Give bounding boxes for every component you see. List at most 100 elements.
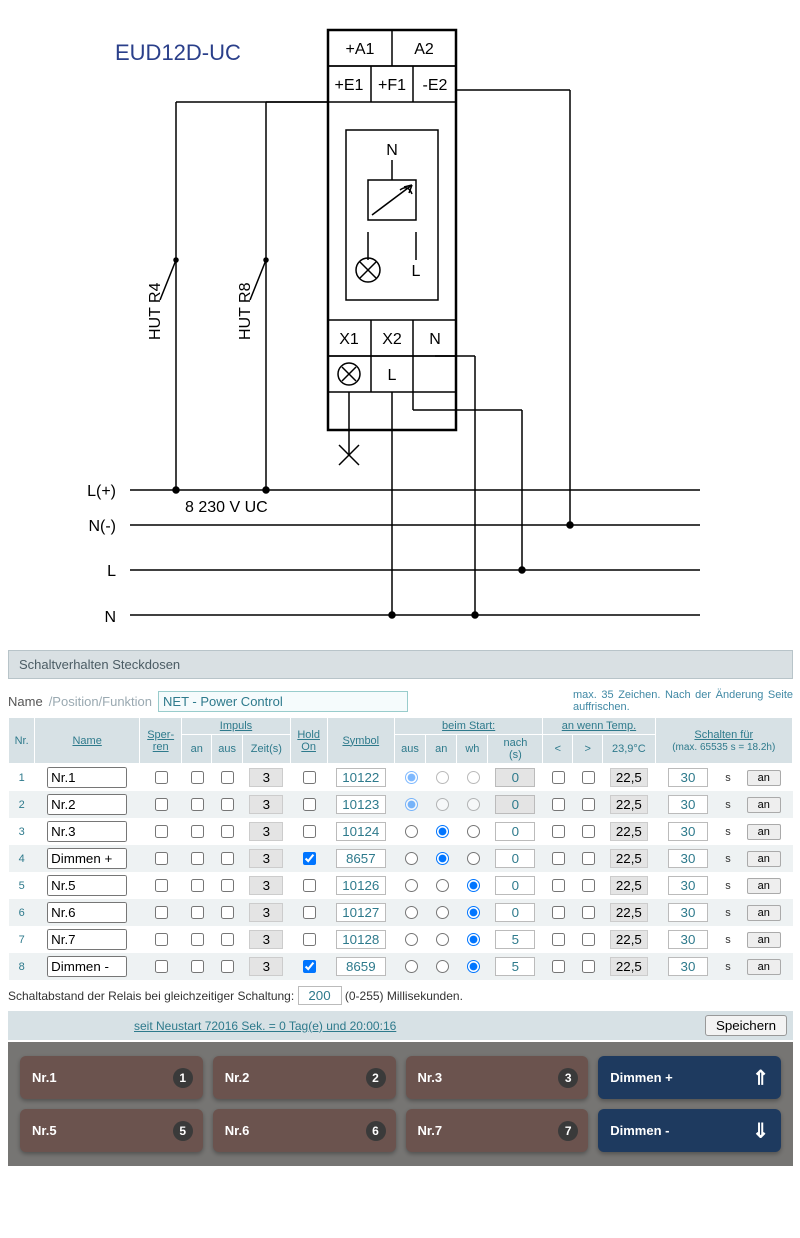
- holdon-checkbox[interactable]: [303, 879, 316, 892]
- symbol-input[interactable]: [336, 903, 386, 922]
- nach-input[interactable]: [495, 795, 535, 814]
- zeit-input[interactable]: [249, 903, 283, 922]
- sperren-checkbox[interactable]: [155, 825, 168, 838]
- start-aus-radio[interactable]: [405, 933, 418, 946]
- zeit-input[interactable]: [249, 957, 283, 976]
- zeit-input[interactable]: [249, 876, 283, 895]
- holdon-checkbox[interactable]: [303, 771, 316, 784]
- uptime-link[interactable]: seit Neustart 72016 Sek. = 0 Tag(e) und …: [134, 1019, 396, 1033]
- temp-gt-checkbox[interactable]: [582, 960, 595, 973]
- impuls-aus-checkbox[interactable]: [221, 906, 234, 919]
- temp-lt-checkbox[interactable]: [552, 852, 565, 865]
- symbol-input[interactable]: [336, 768, 386, 787]
- temp-gt-checkbox[interactable]: [582, 906, 595, 919]
- start-wh-radio[interactable]: [467, 771, 480, 784]
- start-wh-radio[interactable]: [467, 852, 480, 865]
- pad-button[interactable]: Nr.66: [213, 1109, 396, 1152]
- start-wh-radio[interactable]: [467, 960, 480, 973]
- col-temp[interactable]: an wenn Temp.: [562, 720, 636, 732]
- an-button[interactable]: an: [747, 959, 781, 975]
- temp-gt-checkbox[interactable]: [582, 879, 595, 892]
- col-beimstart[interactable]: beim Start:: [442, 720, 495, 732]
- start-aus-radio[interactable]: [405, 906, 418, 919]
- col-holdon[interactable]: Hold On: [297, 729, 320, 753]
- row-name-input[interactable]: [47, 767, 127, 788]
- temp-input[interactable]: [610, 903, 648, 922]
- temp-lt-checkbox[interactable]: [552, 960, 565, 973]
- symbol-input[interactable]: [336, 957, 386, 976]
- nach-input[interactable]: [495, 876, 535, 895]
- pad-button[interactable]: Nr.55: [20, 1109, 203, 1152]
- row-name-input[interactable]: [47, 848, 127, 869]
- sperren-checkbox[interactable]: [155, 852, 168, 865]
- impuls-an-checkbox[interactable]: [191, 933, 204, 946]
- schalten-input[interactable]: [668, 822, 708, 841]
- col-schalten[interactable]: Schalten für: [694, 729, 753, 741]
- sperren-checkbox[interactable]: [155, 771, 168, 784]
- impuls-an-checkbox[interactable]: [191, 906, 204, 919]
- pad-button[interactable]: Dimmen -⇓: [598, 1109, 781, 1152]
- schalten-input[interactable]: [668, 903, 708, 922]
- impuls-aus-checkbox[interactable]: [221, 798, 234, 811]
- holdon-checkbox[interactable]: [303, 933, 316, 946]
- impuls-aus-checkbox[interactable]: [221, 933, 234, 946]
- symbol-input[interactable]: [336, 795, 386, 814]
- temp-lt-checkbox[interactable]: [552, 825, 565, 838]
- temp-lt-checkbox[interactable]: [552, 906, 565, 919]
- temp-lt-checkbox[interactable]: [552, 771, 565, 784]
- sperren-checkbox[interactable]: [155, 906, 168, 919]
- sperren-checkbox[interactable]: [155, 960, 168, 973]
- sperren-checkbox[interactable]: [155, 879, 168, 892]
- start-an-radio[interactable]: [436, 852, 449, 865]
- relay-gap-input[interactable]: [298, 986, 342, 1005]
- pad-button[interactable]: Nr.11: [20, 1056, 203, 1099]
- start-an-radio[interactable]: [436, 798, 449, 811]
- start-aus-radio[interactable]: [405, 960, 418, 973]
- nach-input[interactable]: [495, 849, 535, 868]
- row-name-input[interactable]: [47, 821, 127, 842]
- start-aus-radio[interactable]: [405, 852, 418, 865]
- an-button[interactable]: an: [747, 932, 781, 948]
- col-name[interactable]: Name: [72, 735, 101, 747]
- start-an-radio[interactable]: [436, 906, 449, 919]
- temp-input[interactable]: [610, 930, 648, 949]
- sperren-checkbox[interactable]: [155, 933, 168, 946]
- schalten-input[interactable]: [668, 876, 708, 895]
- nach-input[interactable]: [495, 768, 535, 787]
- schalten-input[interactable]: [668, 930, 708, 949]
- sperren-checkbox[interactable]: [155, 798, 168, 811]
- holdon-checkbox[interactable]: [303, 906, 316, 919]
- start-wh-radio[interactable]: [467, 906, 480, 919]
- impuls-aus-checkbox[interactable]: [221, 825, 234, 838]
- temp-input[interactable]: [610, 957, 648, 976]
- holdon-checkbox[interactable]: [303, 798, 316, 811]
- temp-input[interactable]: [610, 849, 648, 868]
- holdon-checkbox[interactable]: [303, 852, 316, 865]
- start-an-radio[interactable]: [436, 771, 449, 784]
- nach-input[interactable]: [495, 822, 535, 841]
- schalten-input[interactable]: [668, 957, 708, 976]
- temp-input[interactable]: [610, 876, 648, 895]
- start-an-radio[interactable]: [436, 879, 449, 892]
- impuls-an-checkbox[interactable]: [191, 879, 204, 892]
- symbol-input[interactable]: [336, 849, 386, 868]
- start-wh-radio[interactable]: [467, 798, 480, 811]
- pad-button[interactable]: Nr.22: [213, 1056, 396, 1099]
- holdon-checkbox[interactable]: [303, 960, 316, 973]
- nach-input[interactable]: [495, 903, 535, 922]
- zeit-input[interactable]: [249, 768, 283, 787]
- schalten-input[interactable]: [668, 795, 708, 814]
- impuls-an-checkbox[interactable]: [191, 771, 204, 784]
- impuls-an-checkbox[interactable]: [191, 825, 204, 838]
- schalten-input[interactable]: [668, 768, 708, 787]
- row-name-input[interactable]: [47, 794, 127, 815]
- start-wh-radio[interactable]: [467, 933, 480, 946]
- temp-gt-checkbox[interactable]: [582, 933, 595, 946]
- an-button[interactable]: an: [747, 797, 781, 813]
- col-impuls[interactable]: Impuls: [220, 720, 252, 732]
- start-wh-radio[interactable]: [467, 879, 480, 892]
- start-an-radio[interactable]: [436, 933, 449, 946]
- temp-input[interactable]: [610, 768, 648, 787]
- start-aus-radio[interactable]: [405, 798, 418, 811]
- symbol-input[interactable]: [336, 822, 386, 841]
